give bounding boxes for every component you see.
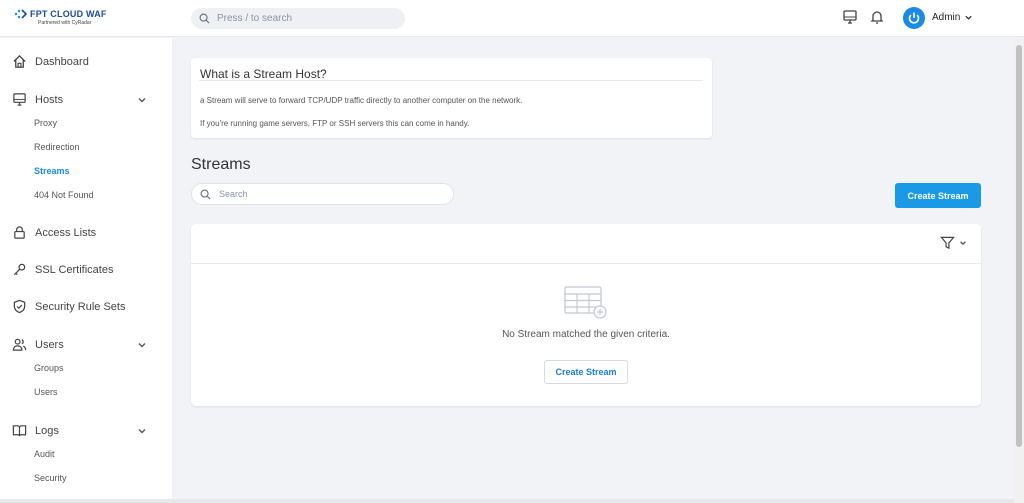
chevron-down-icon[interactable] bbox=[137, 340, 147, 350]
brand-mark-icon bbox=[14, 9, 28, 19]
shield-check-icon bbox=[13, 299, 26, 314]
lock-icon bbox=[14, 226, 25, 239]
sidebar: Dashboard Hosts Proxy Redirection Stream… bbox=[0, 38, 172, 503]
global-search-input[interactable]: Press / to search bbox=[191, 8, 405, 29]
top-bar: FPT CLOUD WAF Partnered with CyRadar Pre… bbox=[0, 0, 1024, 37]
scrollbar[interactable] bbox=[1014, 37, 1024, 503]
scrollbar-thumb[interactable] bbox=[1016, 45, 1022, 447]
sidebar-item-security[interactable]: Security bbox=[34, 473, 67, 483]
filter-icon bbox=[940, 236, 955, 250]
search-icon bbox=[199, 13, 210, 24]
info-card-text: If you're running game servers, FTP or S… bbox=[200, 119, 470, 128]
home-icon bbox=[13, 54, 26, 68]
stream-info-card: What is a Stream Host? a Stream will ser… bbox=[191, 58, 712, 138]
page-title: Streams bbox=[191, 156, 251, 173]
sidebar-item-access-lists[interactable]: Access Lists bbox=[12, 225, 96, 240]
avatar[interactable] bbox=[903, 7, 925, 29]
key-icon bbox=[13, 263, 26, 276]
power-icon bbox=[908, 12, 920, 24]
brand-logo[interactable]: FPT CLOUD WAF Partnered with CyRadar bbox=[14, 9, 114, 29]
sidebar-item-users-list[interactable]: Users bbox=[34, 387, 58, 397]
monitor-icon[interactable] bbox=[842, 9, 858, 30]
empty-create-stream-button[interactable]: Create Stream bbox=[544, 360, 628, 384]
bell-icon[interactable] bbox=[869, 9, 885, 30]
sidebar-item-label: Security Rule Sets bbox=[35, 300, 126, 313]
global-search-placeholder: Press / to search bbox=[217, 13, 293, 24]
create-stream-button[interactable]: Create Stream bbox=[895, 183, 981, 208]
chevron-down-icon bbox=[965, 15, 973, 20]
sidebar-item-proxy[interactable]: Proxy bbox=[34, 118, 57, 128]
users-icon bbox=[12, 338, 27, 351]
stream-search-input[interactable]: Search bbox=[191, 183, 454, 205]
sidebar-item-label: Users bbox=[35, 338, 64, 351]
divider bbox=[199, 80, 703, 81]
brand-name: FPT CLOUD WAF bbox=[30, 9, 107, 19]
empty-state-message: No Stream matched the given criteria. bbox=[502, 329, 670, 340]
book-open-icon bbox=[12, 425, 27, 437]
info-card-title: What is a Stream Host? bbox=[200, 67, 327, 81]
sidebar-item-streams[interactable]: Streams bbox=[34, 166, 70, 176]
search-placeholder: Search bbox=[219, 189, 248, 199]
chevron-down-icon bbox=[960, 241, 966, 246]
sidebar-item-groups[interactable]: Groups bbox=[34, 363, 64, 373]
sidebar-item-hosts[interactable]: Hosts bbox=[12, 92, 63, 107]
table-toolbar bbox=[191, 224, 981, 264]
sidebar-item-logs[interactable]: Logs bbox=[12, 423, 59, 438]
chevron-down-icon[interactable] bbox=[137, 426, 147, 436]
info-card-text: a Stream will serve to forward TCP/UDP t… bbox=[200, 96, 523, 105]
filter-dropdown[interactable] bbox=[940, 236, 967, 250]
user-menu[interactable]: Admin bbox=[932, 12, 973, 23]
streams-table-card: No Stream matched the given criteria. Cr… bbox=[191, 224, 981, 406]
search-icon bbox=[200, 189, 211, 200]
sidebar-item-dashboard[interactable]: Dashboard bbox=[12, 54, 89, 69]
sidebar-item-ssl-certificates[interactable]: SSL Certificates bbox=[12, 262, 113, 277]
brand-tagline: Partnered with CyRadar bbox=[38, 20, 92, 26]
sidebar-item-redirection[interactable]: Redirection bbox=[34, 142, 80, 152]
sidebar-item-label: SSL Certificates bbox=[35, 263, 114, 276]
monitor-icon bbox=[13, 93, 26, 106]
sidebar-item-users[interactable]: Users bbox=[12, 337, 64, 352]
chevron-down-icon[interactable] bbox=[137, 95, 147, 105]
sidebar-item-security-rule-sets[interactable]: Security Rule Sets bbox=[12, 299, 125, 314]
empty-table-icon bbox=[564, 286, 608, 325]
bottom-strip bbox=[0, 499, 1014, 503]
sidebar-item-404-not-found[interactable]: 404 Not Found bbox=[34, 190, 94, 200]
sidebar-item-label: Access Lists bbox=[35, 226, 97, 239]
sidebar-item-label: Hosts bbox=[35, 93, 64, 106]
sidebar-item-label: Dashboard bbox=[35, 55, 89, 68]
sidebar-item-audit[interactable]: Audit bbox=[34, 449, 55, 459]
sidebar-item-label: Logs bbox=[35, 424, 59, 437]
user-name: Admin bbox=[932, 12, 961, 23]
